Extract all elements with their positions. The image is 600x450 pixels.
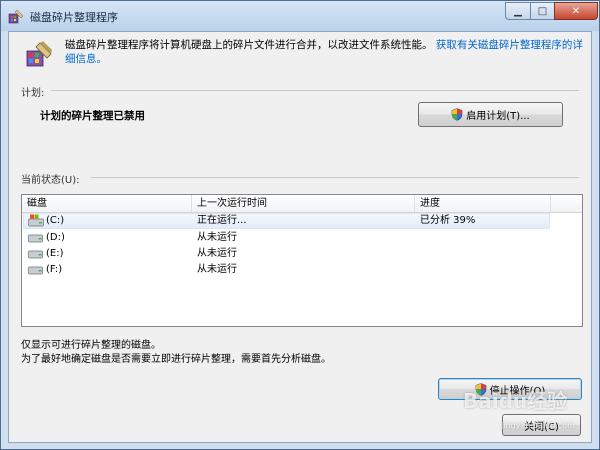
stop-operation-button[interactable]: 停止操作(O) — [438, 378, 582, 400]
defrag-app-icon — [8, 9, 24, 24]
schedule-divider — [51, 90, 579, 91]
last-run-time: 正在运行... — [197, 215, 247, 226]
column-last-run[interactable]: 上一次运行时间 — [192, 195, 415, 212]
enable-schedule-button[interactable]: 启用计划(T)... — [418, 102, 563, 127]
minimize-button[interactable]: ▁ — [505, 2, 531, 20]
disk-name: (F:) — [46, 264, 63, 275]
close-button[interactable]: 关闭(C) — [502, 414, 581, 436]
last-run-time: 从未运行 — [197, 248, 237, 259]
last-run-time: 从未运行 — [197, 232, 237, 243]
disk-name: (D:) — [46, 232, 65, 243]
stop-operation-label: 停止操作(O) — [489, 385, 546, 397]
intro-text: 磁盘碎片整理程序将计算机硬盘上的碎片文件进行合并，以改进文件系统性能。 获取有关… — [65, 38, 590, 66]
close-window-button[interactable]: ✕ — [554, 2, 598, 20]
system-drive-icon — [28, 214, 44, 227]
disk-row-e[interactable]: (E:) 从未运行 — [22, 246, 582, 262]
disk-row-d[interactable]: (D:) 从未运行 — [22, 230, 582, 246]
maximize-icon: □ — [537, 5, 548, 17]
minimize-icon: ▁ — [514, 5, 522, 17]
defrag-window: 磁盘碎片整理程序 ▁ □ ✕ 磁盘碎片整理程序将计算机硬盘上的碎片文件进行合并，… — [0, 0, 600, 450]
disk-row-c[interactable]: (C:) 正在运行... 已分析 39% — [22, 213, 582, 229]
drive-icon — [28, 266, 43, 275]
drive-icon — [28, 250, 43, 259]
intro-description: 磁盘碎片整理程序将计算机硬盘上的碎片文件进行合并，以改进文件系统性能。 — [65, 39, 433, 51]
disk-name: (C:) — [46, 215, 65, 226]
column-progress[interactable]: 进度 — [415, 195, 551, 212]
close-icon: ✕ — [571, 5, 581, 17]
disk-name: (E:) — [46, 248, 64, 259]
disk-row-f[interactable]: (F:) 从未运行 — [22, 262, 582, 278]
disk-list-header: 磁盘 上一次运行时间 进度 — [22, 195, 582, 213]
defrag-icon — [26, 41, 52, 67]
note-analyze-first: 为了最好地确定磁盘是否需要立即进行碎片整理，需要首先分析磁盘。 — [21, 354, 331, 365]
drive-icon — [28, 234, 43, 243]
title-bar[interactable]: 磁盘碎片整理程序 ▁ □ ✕ — [1, 1, 599, 31]
enable-schedule-label: 启用计划(T)... — [466, 111, 530, 122]
uac-shield-icon — [475, 382, 486, 396]
disk-list[interactable]: 磁盘 上一次运行时间 进度 (C:) 正在运行... 已分析 39% (D:) … — [21, 194, 583, 327]
current-status-label: 当前状态(U): — [21, 175, 80, 186]
uac-shield-icon — [451, 108, 463, 121]
dialog-body: 磁盘碎片整理程序将计算机硬盘上的碎片文件进行合并，以改进文件系统性能。 获取有关… — [8, 31, 592, 443]
note-eligible-disks: 仅显示可进行碎片整理的磁盘。 — [21, 340, 161, 351]
schedule-label: 计划: — [21, 88, 45, 99]
maximize-button[interactable]: □ — [530, 2, 555, 20]
window-title: 磁盘碎片整理程序 — [30, 11, 118, 24]
column-disk[interactable]: 磁盘 — [22, 195, 192, 212]
schedule-status: 计划的碎片整理已禁用 — [40, 110, 145, 122]
close-button-label: 关闭(C) — [524, 421, 559, 433]
progress-text: 已分析 39% — [420, 215, 476, 226]
status-divider — [91, 177, 579, 178]
last-run-time: 从未运行 — [197, 264, 237, 275]
